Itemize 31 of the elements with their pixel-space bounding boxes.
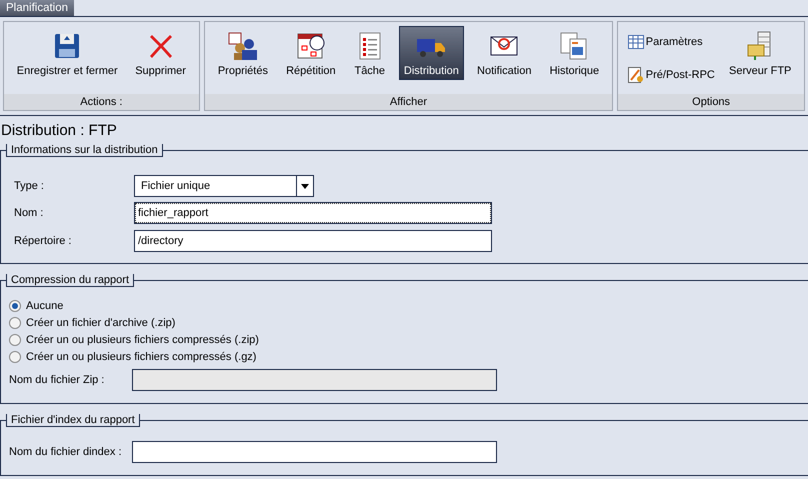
text-field[interactable]: fichier_rapport [134,202,492,224]
ribbon-button[interactable]: Supprimer [130,26,191,80]
field-label: Nom du fichier Zip : [9,374,106,386]
field-label: Nom du fichier dindex : [9,446,122,458]
ribbon-button[interactable]: Pré/Post-RPC [626,65,717,85]
ribbon-button[interactable]: Répétition [281,26,341,80]
group-label: Afficher [204,94,612,110]
ribbon-button[interactable]: Tâche [348,26,391,80]
radio-option[interactable]: Créer un ou plusieurs fichiers compressés (.gz) [9,348,800,365]
page-title: Distribution : FTP [0,121,118,141]
ribbon-tab[interactable]: Planification [0,0,74,16]
ribbon-button[interactable]: Distribution [398,26,464,80]
group-label: Actions : [4,94,199,110]
ribbon-button[interactable]: Notification [472,26,536,80]
text-field[interactable]: /directory [134,230,492,252]
ribbon-button[interactable]: Propriétés [212,26,273,80]
radio-option[interactable]: Créer un fichier d'archive (.zip) [9,314,800,331]
group-title: Compression du rapport [6,274,134,287]
field-label: Répertoire : [13,235,72,247]
group-label: Options [618,94,804,110]
group-title: Informations sur la distribution [6,144,163,157]
ribbon-button[interactable]: Enregistrer et fermer [12,26,123,80]
radio-option[interactable]: Aucune [9,297,800,314]
ribbon-button[interactable]: Historique [544,26,604,80]
ribbon-button[interactable]: Paramètres [626,33,717,51]
type-dropdown[interactable]: Fichier unique [134,175,314,197]
field-label: Nom : [13,207,44,219]
ribbon-button[interactable]: Serveur FTP [724,26,796,80]
field-label: Type : [13,180,45,192]
radio-option[interactable]: Créer un ou plusieurs fichiers compressés (.zip) [9,331,800,348]
group-title: Fichier d'index du rapport [6,414,140,427]
